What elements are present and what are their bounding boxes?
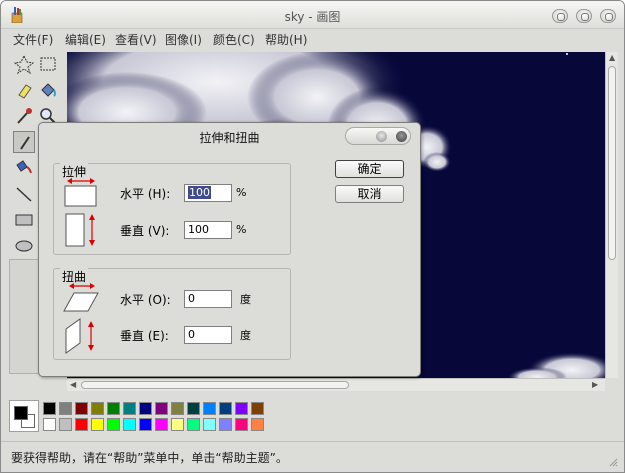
line-tool[interactable] (13, 183, 35, 205)
dialog-minimize-button[interactable] (376, 131, 387, 142)
stretch-vertical-unit: % (236, 223, 247, 236)
palette-swatch[interactable] (139, 418, 152, 431)
palette-swatch[interactable] (91, 402, 104, 415)
menu-colors[interactable]: 颜色(C) (213, 31, 255, 48)
stretch-vertical-label: 垂直 (V): (120, 224, 170, 238)
palette-swatch[interactable] (75, 402, 88, 415)
stretch-horizontal-unit: % (236, 186, 247, 199)
palette-swatch[interactable] (107, 418, 120, 431)
palette-swatch[interactable] (251, 418, 264, 431)
rect-select-tool[interactable] (37, 53, 59, 75)
line-icon (16, 187, 32, 202)
menu-view[interactable]: 查看(V) (115, 31, 157, 48)
eyedropper-icon (17, 108, 32, 124)
palette-swatch[interactable] (235, 402, 248, 415)
palette-swatch[interactable] (171, 418, 184, 431)
palette-swatch[interactable] (235, 418, 248, 431)
horizontal-scroll-thumb[interactable] (81, 381, 349, 389)
palette-swatch[interactable] (43, 418, 56, 431)
stretch-horizontal-label: 水平 (H): (120, 187, 171, 201)
scroll-left-arrow-icon[interactable]: ◀ (70, 380, 76, 389)
maximize-button[interactable] (576, 9, 592, 23)
dialog-window-controls (345, 127, 411, 145)
pencil-tool[interactable] (13, 131, 35, 153)
rectangle-tool[interactable] (13, 209, 35, 231)
free-select-icon (13, 54, 35, 75)
foreground-color (14, 406, 28, 420)
palette-swatch[interactable] (75, 418, 88, 431)
stretch-vertical-input[interactable]: 100 (184, 221, 232, 239)
color-picker-tool[interactable] (13, 105, 35, 127)
menu-file[interactable]: 文件(F) (13, 31, 53, 48)
fill-tool[interactable] (37, 79, 59, 101)
stretch-group: 拉伸 水平 (H): 100 % 垂直 (V): 100 % (53, 163, 291, 255)
palette-swatch[interactable] (107, 402, 120, 415)
paint-window: sky - 画图 文件(F) 编辑(E) 查看(V) 图像(I) 颜色(C) 帮… (0, 0, 625, 473)
free-select-tool[interactable] (13, 53, 35, 75)
palette-swatch[interactable] (171, 402, 184, 415)
palette-swatch[interactable] (187, 418, 200, 431)
vertical-scrollbar[interactable]: ▲ (605, 52, 618, 378)
menu-bar: 文件(F) 编辑(E) 查看(V) 图像(I) 颜色(C) 帮助(H) (1, 29, 624, 49)
palette-swatch[interactable] (91, 418, 104, 431)
scroll-right-arrow-icon[interactable]: ▶ (592, 380, 598, 389)
eraser-tool[interactable] (13, 79, 35, 101)
eraser-icon (18, 84, 32, 99)
palette-swatch[interactable] (155, 402, 168, 415)
skew-horizontal-label: 水平 (O): (120, 293, 171, 307)
skew-vertical-label: 垂直 (E): (120, 329, 169, 343)
skew-horizontal-unit: 度 (240, 293, 251, 306)
scroll-up-arrow-icon[interactable]: ▲ (609, 53, 615, 62)
rectangle-icon (15, 214, 33, 226)
ok-button[interactable]: 确定 (335, 160, 404, 178)
ellipse-icon (15, 240, 33, 252)
close-button[interactable] (600, 9, 616, 23)
palette-swatch[interactable] (59, 418, 72, 431)
stretch-skew-dialog: 拉伸和扭曲 拉伸 水平 (H): 100 % 垂直 (V): 100 % 扭曲 … (38, 122, 421, 377)
palette-swatch[interactable] (43, 402, 56, 415)
menu-edit[interactable]: 编辑(E) (65, 31, 106, 48)
skew-horizontal-icon (63, 283, 99, 312)
skew-vertical-input[interactable]: 0 (184, 326, 232, 344)
cancel-button[interactable]: 取消 (335, 185, 404, 203)
dialog-close-button[interactable] (396, 131, 407, 142)
palette-swatch[interactable] (187, 402, 200, 415)
palette-swatch[interactable] (203, 418, 216, 431)
horizontal-scrollbar[interactable]: ◀ ▶ (67, 378, 605, 391)
palette-swatch[interactable] (123, 402, 136, 415)
palette-swatch[interactable] (251, 402, 264, 415)
color-palette (9, 398, 619, 438)
skew-vertical-icon (65, 318, 94, 354)
skew-horizontal-input[interactable]: 0 (184, 290, 232, 308)
palette-swatch[interactable] (59, 402, 72, 415)
menu-image[interactable]: 图像(I) (165, 31, 202, 48)
skew-group: 扭曲 水平 (O): 0 度 垂直 (E): 0 度 (53, 268, 291, 360)
palette-swatch[interactable] (155, 418, 168, 431)
stretch-horizontal-icon (64, 178, 97, 207)
palette-swatch[interactable] (203, 402, 216, 415)
paint-bucket-icon (41, 83, 56, 97)
minimize-button[interactable] (552, 9, 568, 23)
stretch-horizontal-input[interactable]: 100 (184, 184, 232, 202)
palette-swatch[interactable] (219, 402, 232, 415)
status-bar: 要获得帮助，请在“帮助”菜单中，单击“帮助主题”。 (1, 441, 624, 472)
vertical-scroll-thumb[interactable] (608, 66, 616, 260)
palette-swatch[interactable] (123, 418, 136, 431)
resize-grip-icon[interactable] (608, 457, 618, 467)
status-text: 要获得帮助，请在“帮助”菜单中，单击“帮助主题”。 (11, 451, 288, 465)
title-bar[interactable]: sky - 画图 (1, 1, 624, 29)
stretch-horizontal-value: 100 (188, 186, 211, 199)
stretch-vertical-icon (65, 213, 95, 247)
rect-select-icon (40, 57, 56, 71)
pencil-icon (20, 136, 30, 150)
window-title: sky - 画图 (284, 10, 341, 24)
ellipse-tool[interactable] (13, 235, 35, 257)
skew-vertical-unit: 度 (240, 329, 251, 342)
brush-icon (16, 160, 32, 174)
palette-swatch[interactable] (219, 418, 232, 431)
current-colors (9, 400, 39, 432)
menu-help[interactable]: 帮助(H) (265, 31, 307, 48)
palette-swatch[interactable] (139, 402, 152, 415)
brush-tool[interactable] (13, 157, 35, 179)
